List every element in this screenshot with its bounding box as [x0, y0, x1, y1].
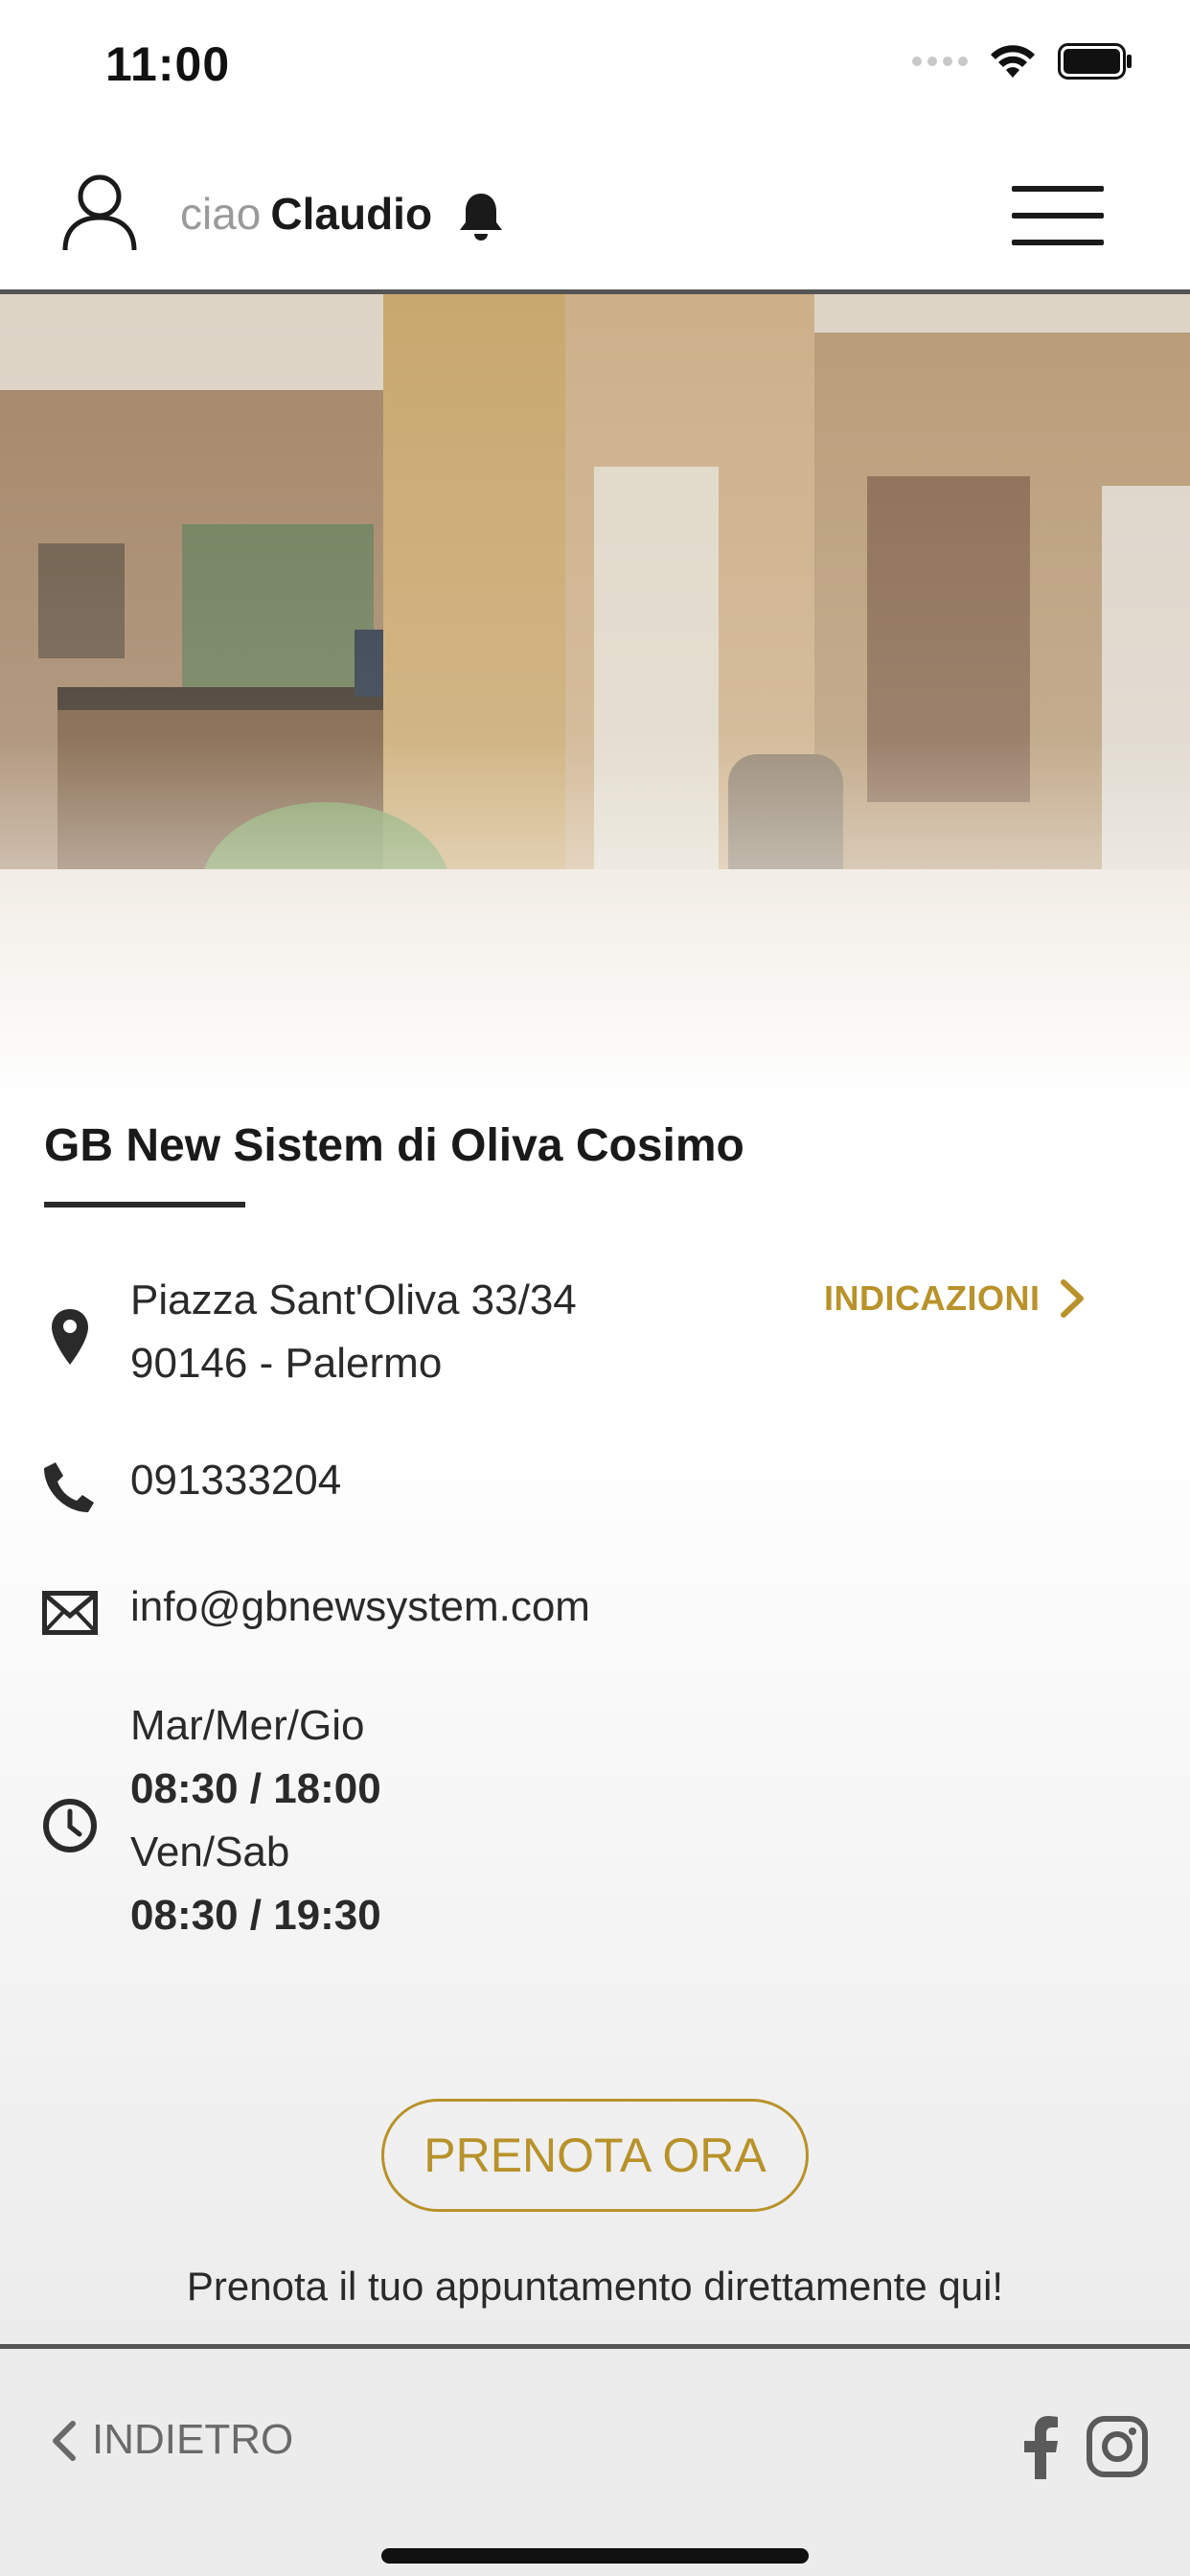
- phone-number[interactable]: 091333204: [130, 1449, 341, 1512]
- facebook-icon[interactable]: [1021, 2416, 1060, 2479]
- status-bar: 11:00: [0, 0, 1190, 129]
- cellular-signal-icon: [912, 57, 968, 66]
- battery-icon: [1058, 43, 1132, 80]
- greeting-prefix: ciao: [180, 189, 262, 239]
- location-pin-icon: [52, 1309, 88, 1365]
- hours-days-1: Mar/Mer/Gio: [130, 1702, 365, 1749]
- back-label: INDIETRO: [92, 2416, 294, 2463]
- envelope-icon: [42, 1591, 98, 1635]
- phone-icon: [44, 1462, 94, 1512]
- status-icons: [912, 42, 1133, 80]
- greeting: ciao Claudio: [180, 187, 432, 241]
- wifi-icon: [991, 45, 1035, 78]
- back-button[interactable]: INDIETRO: [50, 2416, 293, 2464]
- user-icon[interactable]: [59, 172, 140, 252]
- footer-bar: INDIETRO: [0, 2344, 1190, 2576]
- status-time: 11:00: [105, 37, 231, 91]
- user-name: Claudio: [270, 189, 433, 239]
- hamburger-menu-icon[interactable]: [1012, 182, 1104, 249]
- clock-icon: [43, 1799, 97, 1852]
- booking-caption: Prenota il tuo appuntamento direttamente…: [186, 2264, 1004, 2309]
- chevron-right-icon: [1060, 1279, 1084, 1318]
- home-indicator: [381, 2548, 809, 2564]
- directions-label: INDICAZIONI: [824, 1278, 1041, 1318]
- salon-hero-image: [0, 294, 1190, 1099]
- hours-time-1: 08:30 / 18:00: [130, 1765, 381, 1812]
- instagram-icon[interactable]: [1087, 2416, 1148, 2477]
- address-line-2: 90146 - Palermo: [130, 1340, 443, 1387]
- directions-link[interactable]: INDICAZIONI: [824, 1278, 1085, 1319]
- title-underline: [44, 1202, 245, 1208]
- book-now-button[interactable]: PRENOTA ORA: [381, 2099, 809, 2212]
- email-address[interactable]: info@gbnewsystem.com: [130, 1576, 590, 1639]
- address-line-1: Piazza Sant'Oliva 33/34: [130, 1276, 577, 1323]
- hours-days-2: Ven/Sab: [130, 1828, 290, 1875]
- hours-time-2: 08:30 / 19:30: [130, 1892, 381, 1939]
- app-header: ciao Claudio: [0, 129, 1190, 294]
- chevron-left-icon: [53, 2421, 76, 2461]
- bell-icon[interactable]: [456, 190, 506, 242]
- shop-name: GB New Sistem di Oliva Cosimo: [44, 1120, 744, 1171]
